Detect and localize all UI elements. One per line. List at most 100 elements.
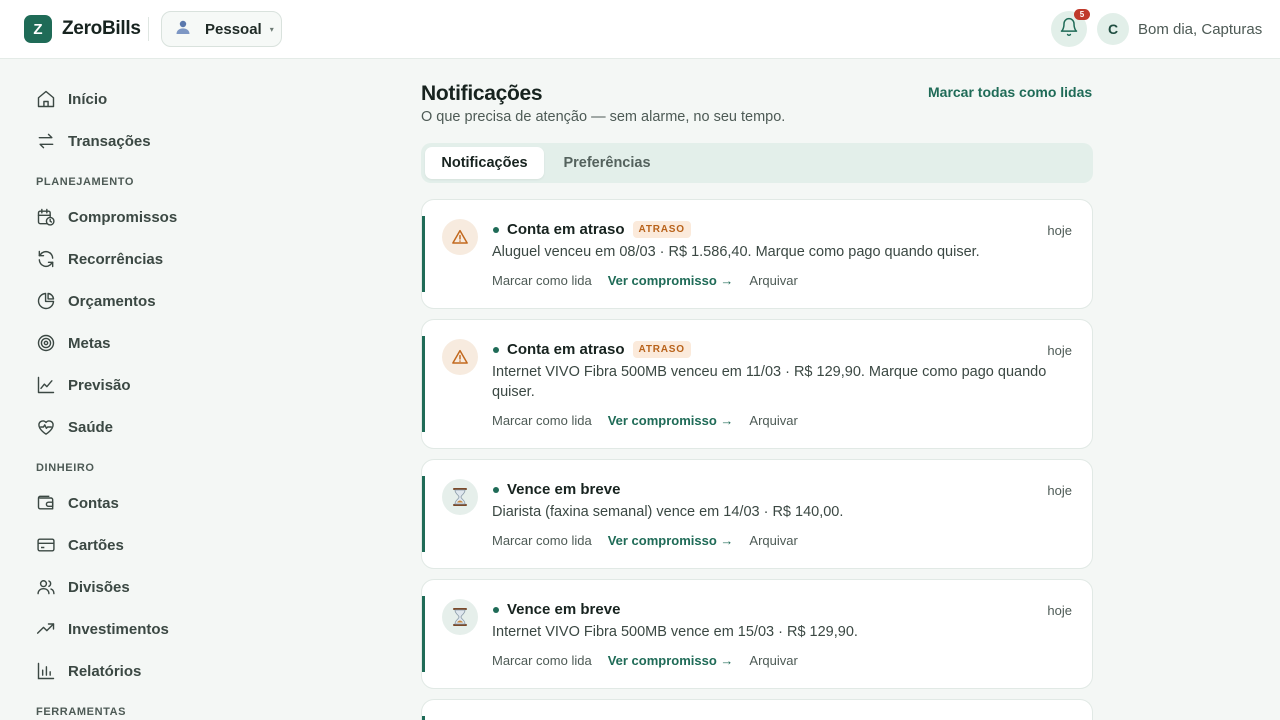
unread-dot [493, 346, 499, 353]
sidebar-item-investimentos[interactable]: Investimentos [24, 611, 274, 647]
unread-dot [493, 606, 499, 613]
sidebar: Início Transações PLANEJAMENTO Compromis… [0, 59, 300, 720]
archive-button[interactable]: Arquivar [749, 413, 797, 428]
view-commitment-link[interactable]: Ver compromisso → [608, 273, 734, 288]
mark-read-button[interactable]: Marcar como lida [492, 533, 592, 548]
profile-label: Pessoal [205, 20, 262, 38]
target-icon [36, 333, 56, 353]
sidebar-item-inicio[interactable]: Início [24, 81, 274, 117]
notification-actions: Marcar como lida Ver compromisso → Arqui… [492, 413, 798, 428]
unread-stripe [422, 336, 425, 432]
notification-title: Conta em atraso [507, 221, 625, 238]
warning-icon [442, 339, 478, 375]
bar-chart-icon [36, 661, 56, 681]
unread-dot [493, 486, 499, 493]
notification-card[interactable]: Vence em breve hoje Diarista (faxina sem… [421, 459, 1093, 569]
mark-read-button[interactable]: Marcar como lida [492, 273, 592, 288]
sidebar-item-label: Transações [68, 132, 151, 150]
sidebar-item-label: Orçamentos [68, 292, 156, 310]
notification-header: Conta em atraso ATRASO [493, 221, 691, 238]
sidebar-item-relatorios[interactable]: Relatórios [24, 653, 274, 689]
notification-header: Vence em breve [493, 601, 620, 618]
notification-actions: Marcar como lida Ver compromisso → Arqui… [492, 273, 798, 288]
notification-time: hoje [1047, 483, 1072, 498]
page-title: Notificações [421, 82, 543, 105]
archive-button[interactable]: Arquivar [749, 533, 797, 548]
sidebar-item-contas[interactable]: Contas [24, 485, 274, 521]
avatar[interactable]: C [1097, 13, 1129, 45]
sidebar-item-label: Cartões [68, 536, 124, 554]
chevron-down-icon: ▾ [269, 24, 274, 34]
sidebar-item-label: Investimentos [68, 620, 169, 638]
notification-time: hoje [1047, 603, 1072, 618]
archive-button[interactable]: Arquivar [749, 273, 797, 288]
sidebar-item-metas[interactable]: Metas [24, 325, 274, 361]
sidebar-item-label: Divisões [68, 578, 130, 596]
unread-stripe [422, 216, 425, 292]
view-commitment-link[interactable]: Ver compromisso → [608, 533, 734, 548]
pie-chart-icon [36, 291, 56, 311]
notification-body: Diarista (faxina semanal) vence em 14/03… [492, 504, 844, 520]
top-bar: Z ZeroBills Pessoal ▾ 5 C Bom dia, Captu… [0, 0, 1280, 59]
credit-card-icon [36, 535, 56, 555]
heart-pulse-icon [36, 417, 56, 437]
notification-time: hoje [1047, 343, 1072, 358]
sidebar-item-label: Início [68, 90, 108, 108]
notification-title: Vence em breve [507, 601, 621, 618]
unread-stripe [422, 596, 425, 672]
notification-actions: Marcar como lida Ver compromisso → Arqui… [492, 653, 798, 668]
mark-read-button[interactable]: Marcar como lida [492, 413, 592, 428]
hourglass-icon [442, 599, 478, 635]
sidebar-item-label: Previsão [68, 376, 131, 394]
sidebar-item-compromissos[interactable]: Compromissos [24, 199, 274, 235]
greeting: Bom dia, Capturas [1138, 21, 1263, 38]
sidebar-item-saude[interactable]: Saúde [24, 409, 274, 445]
logo[interactable]: Z [24, 15, 52, 43]
notification-actions: Marcar como lida Ver compromisso → Arqui… [492, 533, 798, 548]
sidebar-item-recorrencias[interactable]: Recorrências [24, 241, 274, 277]
notification-header: Vence em breve [493, 481, 620, 498]
mark-all-read-button[interactable]: Marcar todas como lidas [928, 84, 1092, 100]
notification-body: Aluguel venceu em 08/03 · R$ 1.586,40. M… [492, 244, 980, 260]
refresh-icon [36, 249, 56, 269]
hourglass-icon [442, 479, 478, 515]
bell-icon [1059, 17, 1079, 42]
notification-title: Vence em breve [507, 481, 621, 498]
tab-bar: Notificações Preferências [421, 143, 1093, 183]
notification-body: Internet VIVO Fibra 500MB venceu em 11/0… [492, 364, 1047, 400]
section-heading-dinheiro: DINHEIRO [36, 462, 95, 474]
sidebar-item-label: Saúde [68, 418, 114, 436]
notification-card[interactable] [421, 699, 1093, 720]
view-commitment-link[interactable]: Ver compromisso → [608, 413, 734, 428]
sidebar-item-transacoes[interactable]: Transações [24, 123, 274, 159]
view-commitment-link[interactable]: Ver compromisso → [608, 653, 734, 668]
notification-card[interactable]: Vence em breve hoje Internet VIVO Fibra … [421, 579, 1093, 689]
home-icon [36, 89, 56, 109]
section-heading-ferramentas: FERRAMENTAS [36, 706, 127, 718]
mark-read-button[interactable]: Marcar como lida [492, 653, 592, 668]
page-subtitle: O que precisa de atenção — sem alarme, n… [421, 109, 786, 125]
status-badge: ATRASO [632, 341, 691, 358]
unread-dot [493, 226, 499, 233]
tab-notificacoes[interactable]: Notificações [425, 147, 544, 179]
sidebar-item-orcamentos[interactable]: Orçamentos [24, 283, 274, 319]
warning-icon [442, 219, 478, 255]
notification-body: Internet VIVO Fibra 500MB vence em 15/03… [492, 624, 858, 640]
sidebar-item-label: Compromissos [68, 208, 178, 226]
sidebar-item-cartoes[interactable]: Cartões [24, 527, 274, 563]
notification-card[interactable]: Conta em atraso ATRASO hoje Internet VIV… [421, 319, 1093, 449]
transfer-icon [36, 131, 56, 151]
notification-card[interactable]: Conta em atraso ATRASO hoje Aluguel venc… [421, 199, 1093, 309]
sidebar-item-previsao[interactable]: Previsão [24, 367, 274, 403]
users-icon [36, 577, 56, 597]
brand-name: ZeroBills [62, 18, 141, 39]
unread-stripe [422, 476, 425, 552]
wallet-icon [36, 493, 56, 513]
archive-button[interactable]: Arquivar [749, 653, 797, 668]
notification-title: Conta em atraso [507, 341, 625, 358]
profile-switcher[interactable]: Pessoal ▾ [161, 11, 282, 47]
sidebar-item-label: Contas [68, 494, 119, 512]
tab-preferencias[interactable]: Preferências [551, 147, 663, 179]
notification-time: hoje [1047, 223, 1072, 238]
sidebar-item-divisoes[interactable]: Divisões [24, 569, 274, 605]
